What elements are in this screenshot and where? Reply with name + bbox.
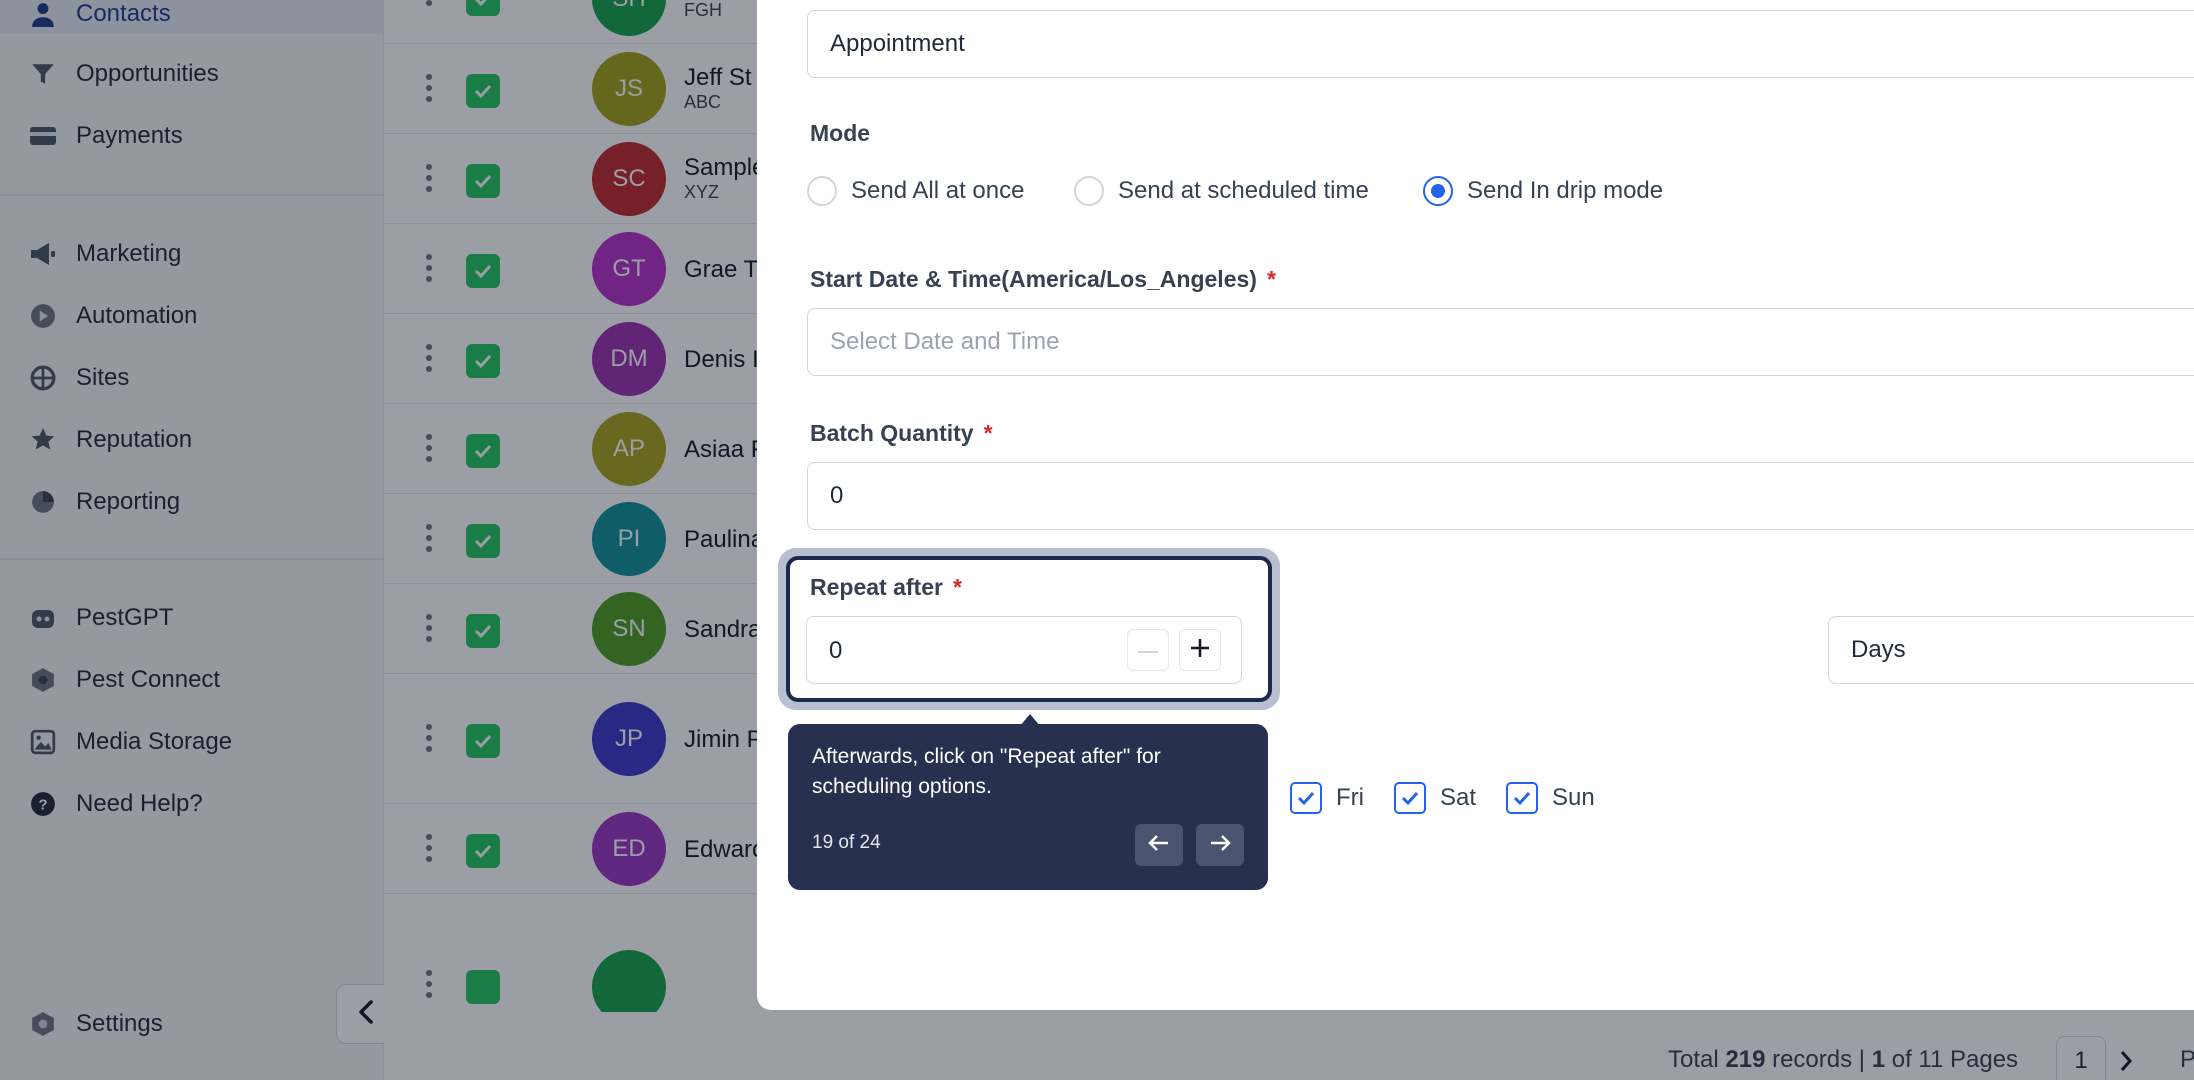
start-date-label: Start Date & Time(America/Los_Angeles) * <box>810 266 1276 293</box>
required-asterisk: * <box>952 574 962 600</box>
tooltip-next-button[interactable] <box>1196 824 1244 866</box>
tour-tooltip: Afterwards, click on "Repeat after" for … <box>788 724 1268 890</box>
batch-quantity-input[interactable]: 0 <box>807 462 2194 530</box>
minus-icon <box>1138 641 1158 659</box>
radio-circle[interactable] <box>1423 176 1453 206</box>
batch-quantity-label-text: Batch Quantity <box>810 420 974 446</box>
type-field[interactable]: Appointment <box>807 10 2194 78</box>
required-asterisk: * <box>983 420 993 446</box>
day-sun[interactable]: Sun <box>1506 782 1595 814</box>
decrement-button[interactable] <box>1127 629 1169 671</box>
repeat-unit-select[interactable]: Days <box>1828 616 2194 684</box>
arrow-left-icon <box>1148 834 1170 857</box>
radio-label: Send at scheduled time <box>1118 177 1369 204</box>
day-fri[interactable]: Fri <box>1290 782 1364 814</box>
day-checkbox[interactable] <box>1506 782 1538 814</box>
increment-button[interactable] <box>1179 629 1221 671</box>
day-checkbox[interactable] <box>1394 782 1426 814</box>
radio-send-scheduled[interactable]: Send at scheduled time <box>1074 176 1369 206</box>
day-label: Sat <box>1440 784 1477 811</box>
repeat-after-label-text: Repeat after <box>810 574 943 600</box>
tooltip-text: Afterwards, click on "Repeat after" for … <box>812 745 1161 798</box>
batch-quantity-label: Batch Quantity * <box>810 420 993 447</box>
plus-icon <box>1189 637 1211 664</box>
arrow-right-icon <box>1209 834 1231 857</box>
start-date-label-text: Start Date & Time(America/Los_Angeles) <box>810 266 1257 292</box>
radio-label: Send All at once <box>851 177 1025 204</box>
day-label: Sun <box>1552 784 1595 811</box>
radio-send-all[interactable]: Send All at once <box>807 176 1024 206</box>
day-label: Fri <box>1336 784 1364 811</box>
start-date-input[interactable]: Select Date and Time <box>807 308 2194 376</box>
radio-circle[interactable] <box>807 176 837 206</box>
day-sat[interactable]: Sat <box>1394 782 1476 814</box>
radio-circle[interactable] <box>1074 176 1104 206</box>
tooltip-step-counter: 19 of 24 <box>812 832 881 853</box>
required-asterisk: * <box>1266 266 1276 292</box>
mode-label: Mode <box>810 120 871 146</box>
repeat-after-value[interactable]: 0 <box>829 637 842 665</box>
tooltip-prev-button[interactable] <box>1135 824 1183 866</box>
radio-send-drip[interactable]: Send In drip mode <box>1423 176 1663 206</box>
day-checkbox[interactable] <box>1290 782 1322 814</box>
repeat-after-label[interactable]: Repeat after * <box>810 574 962 601</box>
repeat-after-stepper[interactable]: 0 <box>806 616 1242 684</box>
radio-label: Send In drip mode <box>1467 177 1664 204</box>
